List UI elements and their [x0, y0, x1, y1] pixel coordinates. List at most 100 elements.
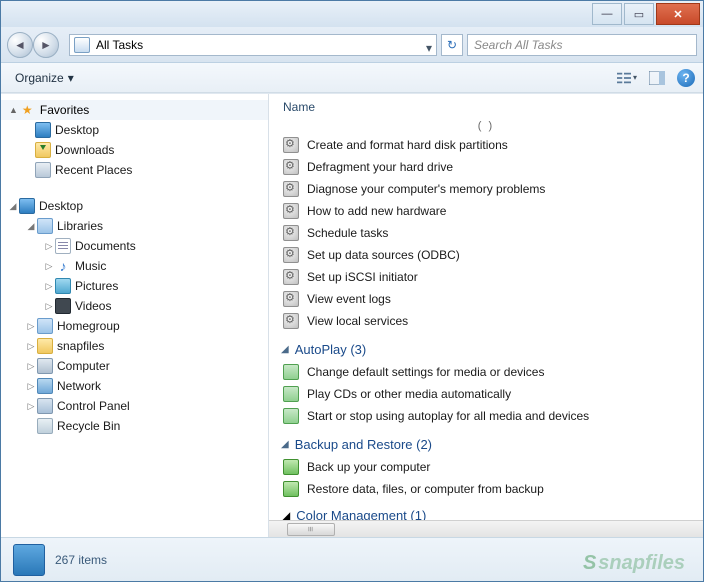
list-item[interactable]: Set up data sources (ODBC) [269, 244, 703, 266]
expand-icon[interactable]: ▷ [43, 301, 55, 312]
expand-icon[interactable]: ▷ [25, 321, 37, 332]
tree-label: Downloads [55, 143, 114, 157]
toolbar: Organize ▾ ▾ ? [1, 63, 703, 93]
tree-label: Pictures [75, 279, 118, 293]
star-icon: ★ [22, 103, 36, 117]
list-item[interactable]: Set up iSCSI initiator [269, 266, 703, 288]
item-count: 267 items [55, 553, 107, 567]
list-item[interactable]: Schedule tasks [269, 222, 703, 244]
gear-icon [283, 247, 299, 263]
expand-icon[interactable]: ▷ [25, 401, 37, 412]
desktop-icon [19, 198, 35, 214]
comp-icon [37, 358, 53, 374]
organize-button[interactable]: Organize ▾ [9, 69, 80, 87]
gear-icon [283, 159, 299, 175]
recent-icon [35, 162, 51, 178]
tree-label: Computer [57, 359, 110, 373]
back-button[interactable]: ◄ [7, 32, 33, 58]
preview-pane-button[interactable] [647, 70, 667, 86]
list-item[interactable]: View local services [269, 310, 703, 332]
details-icon [13, 544, 45, 576]
tree-item[interactable]: ▷ Videos [1, 296, 268, 316]
gear-icon [283, 181, 299, 197]
tree-item[interactable]: ▷ Documents [1, 236, 268, 256]
media-icon [283, 386, 299, 402]
expand-icon[interactable]: ▷ [43, 241, 55, 252]
tree-label: Desktop [39, 199, 83, 213]
list-item[interactable]: View event logs [269, 288, 703, 310]
maximize-button[interactable]: ▭ [624, 3, 654, 25]
tree-item[interactable]: ▷ ♪ Music [1, 256, 268, 276]
column-header-name[interactable]: Name [269, 94, 703, 118]
list-item[interactable]: Start or stop using autoplay for all med… [269, 405, 703, 427]
expand-icon[interactable]: ▷ [25, 361, 37, 372]
favorites-header[interactable]: ▲ ★ Favorites [1, 100, 268, 120]
tree-item[interactable]: Recycle Bin [1, 416, 268, 436]
scrollbar-thumb[interactable] [287, 523, 335, 536]
tree-item[interactable]: ▷ Control Panel [1, 396, 268, 416]
tree-item[interactable]: ▷ Network [1, 376, 268, 396]
list-item[interactable]: Defragment your hard drive [269, 156, 703, 178]
item-label: Change default settings for media or dev… [307, 365, 544, 379]
list-item[interactable]: Diagnose your computer's memory problems [269, 178, 703, 200]
expand-icon[interactable]: ▷ [25, 381, 37, 392]
cpl-icon [37, 398, 53, 414]
scroll-indicator: ( ) [269, 118, 703, 134]
libs-icon [37, 218, 53, 234]
doc-icon [55, 238, 71, 254]
folder-icon [37, 338, 53, 354]
backup-icon [283, 459, 299, 475]
group-title: Backup and Restore (2) [295, 437, 432, 452]
item-label: Set up iSCSI initiator [307, 270, 418, 284]
favorites-item[interactable]: Desktop [1, 120, 268, 140]
list-item[interactable]: Play CDs or other media automatically [269, 383, 703, 405]
tree-item[interactable]: ▷ snapfiles [1, 336, 268, 356]
favorites-label: Favorites [40, 103, 89, 117]
tree-item[interactable]: ◢ Libraries [1, 216, 268, 236]
list-item[interactable]: Create and format hard disk partitions [269, 134, 703, 156]
address-field[interactable]: All Tasks ▾ [69, 34, 437, 56]
list-item[interactable]: Restore data, files, or computer from ba… [269, 478, 703, 500]
expand-icon[interactable]: ◢ [25, 221, 37, 232]
navigation-pane: ▲ ★ Favorites Desktop Downloads Recent P… [1, 94, 269, 537]
list-item[interactable]: Change default settings for media or dev… [269, 361, 703, 383]
desktop-icon [35, 122, 51, 138]
group-header[interactable]: ◢ AutoPlay (3) [269, 332, 703, 361]
tree-item[interactable]: ▷ Computer [1, 356, 268, 376]
gear-icon [283, 225, 299, 241]
tree-label: Desktop [55, 123, 99, 137]
minimize-button[interactable]: — [592, 3, 622, 25]
expand-icon: ◢ [281, 344, 289, 355]
view-options-button[interactable]: ▾ [617, 70, 637, 86]
item-label: View local services [307, 314, 408, 328]
tree-label: Control Panel [57, 399, 130, 413]
address-path: All Tasks [96, 38, 143, 52]
backup-icon [283, 481, 299, 497]
tree-label: Music [75, 259, 106, 273]
forward-button[interactable]: ► [33, 32, 59, 58]
group-header[interactable]: ◢ Backup and Restore (2) [269, 427, 703, 456]
item-label: How to add new hardware [307, 204, 446, 218]
tree-item[interactable]: ▷ Homegroup [1, 316, 268, 336]
favorites-item[interactable]: Recent Places [1, 160, 268, 180]
favorites-item[interactable]: Downloads [1, 140, 268, 160]
bin-icon [37, 418, 53, 434]
list-item[interactable]: Back up your computer [269, 456, 703, 478]
expand-icon[interactable]: ▷ [25, 341, 37, 352]
expand-icon[interactable]: ▷ [43, 261, 55, 272]
refresh-button[interactable]: ↻ [441, 34, 463, 56]
help-button[interactable]: ? [677, 69, 695, 87]
search-input[interactable]: Search All Tasks [467, 34, 697, 56]
tree-item[interactable]: ▷ Pictures [1, 276, 268, 296]
expand-icon[interactable]: ▷ [43, 281, 55, 292]
history-dropdown-icon[interactable]: ▾ [426, 41, 434, 49]
tree-label: Documents [75, 239, 136, 253]
expand-icon[interactable]: ◢ [7, 201, 19, 212]
close-button[interactable]: ✕ [656, 3, 700, 25]
horizontal-scrollbar[interactable] [269, 520, 703, 537]
body: ▲ ★ Favorites Desktop Downloads Recent P… [1, 93, 703, 537]
list-item[interactable]: How to add new hardware [269, 200, 703, 222]
tree-item[interactable]: ◢ Desktop [1, 196, 268, 216]
media-icon [283, 408, 299, 424]
tree-label: Libraries [57, 219, 103, 233]
